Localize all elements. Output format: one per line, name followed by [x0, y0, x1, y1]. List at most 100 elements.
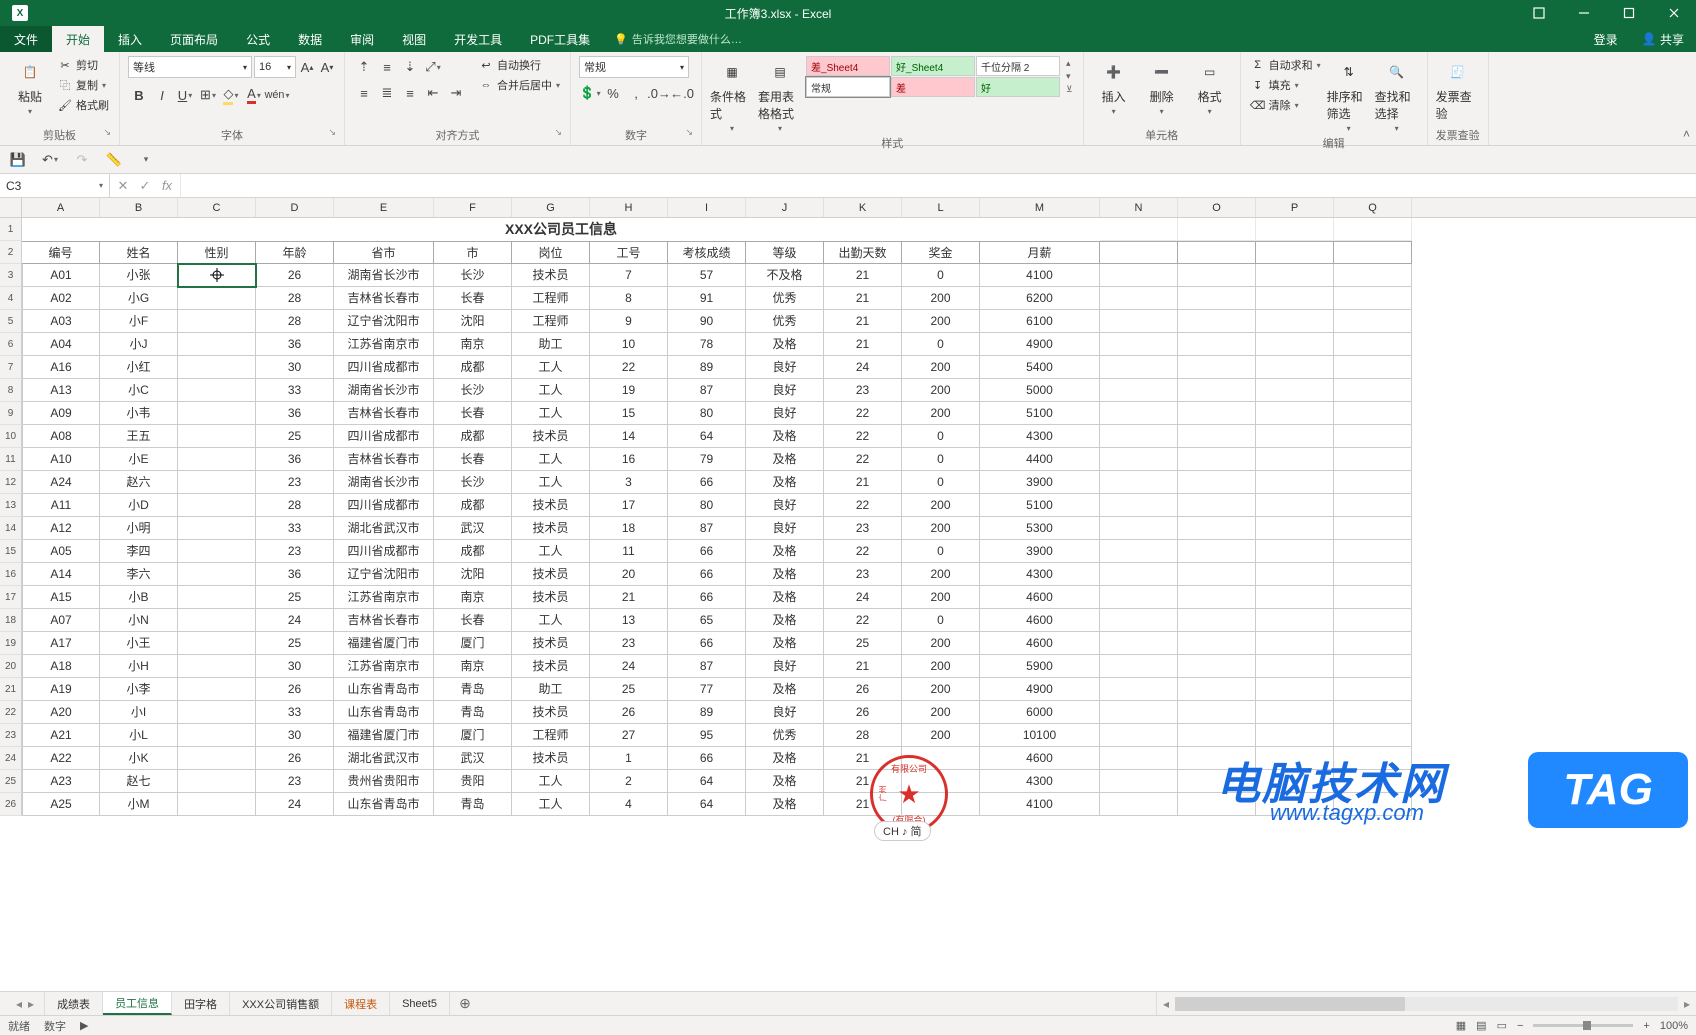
sheet-nav-prev-icon[interactable]: ◂: [16, 997, 22, 1011]
table-cell[interactable]: 23: [256, 770, 334, 793]
table-cell[interactable]: 0: [902, 609, 980, 632]
table-header-cell[interactable]: 奖金: [902, 241, 980, 264]
sheet-tab[interactable]: 田字格: [172, 992, 230, 1015]
table-cell[interactable]: 赵七: [100, 770, 178, 793]
table-cell[interactable]: A09: [22, 402, 100, 425]
table-cell[interactable]: 江苏省南京市: [334, 333, 434, 356]
macro-record-icon[interactable]: ▶: [80, 1019, 88, 1032]
table-cell[interactable]: 64: [668, 770, 746, 793]
table-cell[interactable]: 及格: [746, 540, 824, 563]
table-cell[interactable]: 200: [902, 379, 980, 402]
share-button[interactable]: 👤 共享: [1630, 26, 1696, 52]
table-cell[interactable]: 25: [256, 632, 334, 655]
spreadsheet-grid[interactable]: ABCDEFGHIJKLMNOPQ 1XXX公司员工信息2编号姓名性别年龄省市市…: [0, 198, 1696, 991]
table-cell[interactable]: A21: [22, 724, 100, 747]
table-cell[interactable]: 200: [902, 563, 980, 586]
sheet-tab[interactable]: XXX公司销售额: [230, 992, 332, 1015]
table-cell[interactable]: 36: [256, 402, 334, 425]
table-cell[interactable]: 小韦: [100, 402, 178, 425]
paste-button[interactable]: 📋 粘贴 ▾: [8, 56, 52, 116]
add-sheet-button[interactable]: ⊕: [450, 992, 480, 1015]
tab-插入[interactable]: 插入: [104, 26, 156, 52]
tab-数据[interactable]: 数据: [284, 26, 336, 52]
table-header-cell[interactable]: 出勤天数: [824, 241, 902, 264]
table-cell[interactable]: 27: [590, 724, 668, 747]
table-cell[interactable]: 28: [256, 494, 334, 517]
table-cell[interactable]: 91: [668, 287, 746, 310]
table-cell[interactable]: 0: [902, 471, 980, 494]
table-cell[interactable]: 23: [824, 379, 902, 402]
table-cell[interactable]: 16: [590, 448, 668, 471]
table-cell[interactable]: 吉林省长春市: [334, 402, 434, 425]
font-color-button[interactable]: A▾: [243, 84, 265, 106]
sheet-nav-next-icon[interactable]: ▸: [28, 997, 34, 1011]
table-cell[interactable]: 优秀: [746, 310, 824, 333]
table-cell[interactable]: 200: [902, 356, 980, 379]
table-cell[interactable]: 南京: [434, 333, 512, 356]
horizontal-scrollbar[interactable]: ◂ ▸: [1156, 992, 1696, 1015]
table-cell[interactable]: 及格: [746, 770, 824, 793]
table-cell[interactable]: 8: [590, 287, 668, 310]
table-cell[interactable]: 23: [256, 471, 334, 494]
table-cell[interactable]: [178, 540, 256, 563]
tab-PDF工具集[interactable]: PDF工具集: [516, 26, 604, 52]
table-cell[interactable]: 28: [256, 310, 334, 333]
table-cell[interactable]: 21: [590, 586, 668, 609]
table-cell[interactable]: 良好: [746, 494, 824, 517]
style-good-sheet4[interactable]: 好_Sheet4: [891, 56, 975, 76]
table-cell[interactable]: 24: [824, 356, 902, 379]
table-cell[interactable]: 青岛: [434, 701, 512, 724]
table-cell[interactable]: 赵六: [100, 471, 178, 494]
table-cell[interactable]: 200: [902, 310, 980, 333]
table-cell[interactable]: 小G: [100, 287, 178, 310]
table-cell[interactable]: 80: [668, 494, 746, 517]
table-cell[interactable]: 南京: [434, 586, 512, 609]
table-cell[interactable]: 200: [902, 586, 980, 609]
column-header[interactable]: I: [668, 198, 746, 217]
row-header[interactable]: 14: [0, 517, 22, 540]
dialog-launcher-icon[interactable]: ↘: [554, 127, 562, 138]
table-cell[interactable]: 小I: [100, 701, 178, 724]
table-cell[interactable]: 良好: [746, 356, 824, 379]
table-cell[interactable]: [178, 563, 256, 586]
table-cell[interactable]: 26: [256, 747, 334, 770]
column-header[interactable]: Q: [1334, 198, 1412, 217]
table-cell[interactable]: 36: [256, 448, 334, 471]
table-cell[interactable]: 4300: [980, 425, 1100, 448]
table-cell[interactable]: 10: [590, 333, 668, 356]
delete-cells-button[interactable]: ➖删除▾: [1140, 56, 1184, 116]
cut-button[interactable]: ✂剪切: [56, 56, 111, 74]
table-cell[interactable]: 57: [668, 264, 746, 287]
format-as-table-button[interactable]: ▤套用表格格式▾: [758, 56, 802, 133]
table-cell[interactable]: 良好: [746, 379, 824, 402]
table-cell[interactable]: 工人: [512, 402, 590, 425]
table-cell[interactable]: 4: [590, 793, 668, 816]
table-cell[interactable]: [178, 724, 256, 747]
table-cell[interactable]: 4300: [980, 563, 1100, 586]
decrease-font-icon[interactable]: A▾: [318, 56, 336, 78]
close-button[interactable]: [1651, 0, 1696, 26]
undo-button[interactable]: ↶▾: [38, 148, 62, 172]
table-cell[interactable]: 5100: [980, 402, 1100, 425]
style-good[interactable]: 好: [976, 77, 1060, 97]
fill-button[interactable]: ↧填充▾: [1249, 76, 1323, 94]
table-cell[interactable]: A04: [22, 333, 100, 356]
table-cell[interactable]: 技术员: [512, 517, 590, 540]
table-cell[interactable]: 福建省厦门市: [334, 632, 434, 655]
view-page-layout-icon[interactable]: ▤: [1476, 1019, 1486, 1032]
table-cell[interactable]: [178, 678, 256, 701]
table-cell[interactable]: 湖北省武汉市: [334, 517, 434, 540]
enter-formula-icon[interactable]: ✓: [136, 178, 154, 194]
table-cell[interactable]: 长沙: [434, 264, 512, 287]
clear-button[interactable]: ⌫清除▾: [1249, 96, 1323, 114]
table-cell[interactable]: A14: [22, 563, 100, 586]
table-cell[interactable]: 6200: [980, 287, 1100, 310]
table-cell[interactable]: 22: [824, 494, 902, 517]
tab-页面布局[interactable]: 页面布局: [156, 26, 232, 52]
table-cell[interactable]: 吉林省长春市: [334, 287, 434, 310]
table-cell[interactable]: 工人: [512, 540, 590, 563]
row-header[interactable]: 9: [0, 402, 22, 425]
table-cell[interactable]: 6000: [980, 701, 1100, 724]
table-cell[interactable]: 78: [668, 333, 746, 356]
table-cell[interactable]: 小红: [100, 356, 178, 379]
